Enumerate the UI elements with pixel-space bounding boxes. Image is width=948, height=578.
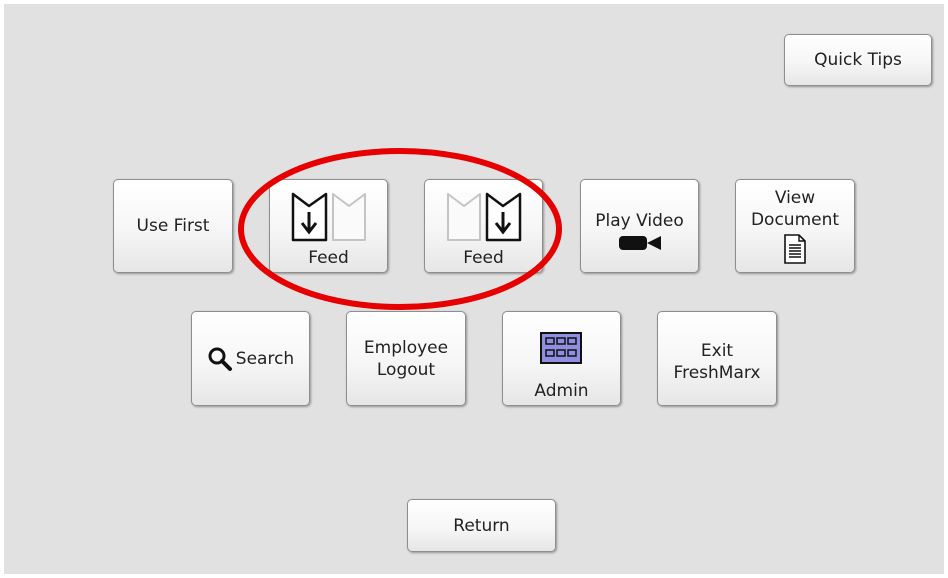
video-camera-icon: [618, 236, 661, 250]
label-feed-right-icon: [447, 192, 522, 242]
feed-left-button[interactable]: Feed: [269, 179, 388, 273]
return-label: Return: [453, 515, 510, 536]
return-button[interactable]: Return: [407, 499, 556, 552]
magnifier-icon: [208, 347, 232, 371]
play-video-label: Play Video: [595, 211, 684, 231]
app-screen: Quick Tips Use First Feed Feed Play Vide…: [4, 4, 944, 574]
feed-right-label: Feed: [463, 248, 504, 268]
grid-panel-icon: [540, 332, 582, 364]
document-icon: [784, 234, 806, 264]
quick-tips-button[interactable]: Quick Tips: [784, 34, 932, 86]
feed-left-label: Feed: [308, 248, 349, 268]
employee-logout-label: Employee Logout: [363, 337, 449, 380]
view-document-button[interactable]: View Document: [735, 179, 855, 273]
play-video-button[interactable]: Play Video: [580, 179, 699, 273]
exit-freshmarx-button[interactable]: Exit FreshMarx: [657, 311, 777, 406]
search-button[interactable]: Search: [191, 311, 310, 406]
employee-logout-button[interactable]: Employee Logout: [346, 311, 466, 406]
quick-tips-label: Quick Tips: [814, 50, 902, 70]
exit-freshmarx-label: Exit FreshMarx: [673, 341, 761, 383]
search-label: Search: [235, 348, 295, 369]
view-document-label: View Document: [750, 188, 840, 230]
label-feed-left-icon: [291, 192, 366, 242]
admin-button[interactable]: Admin: [502, 311, 621, 406]
annotation-circle: [238, 148, 562, 310]
use-first-label: Use First: [136, 216, 210, 236]
feed-right-button[interactable]: Feed: [424, 179, 543, 273]
admin-label: Admin: [534, 381, 589, 401]
use-first-button[interactable]: Use First: [113, 179, 233, 273]
